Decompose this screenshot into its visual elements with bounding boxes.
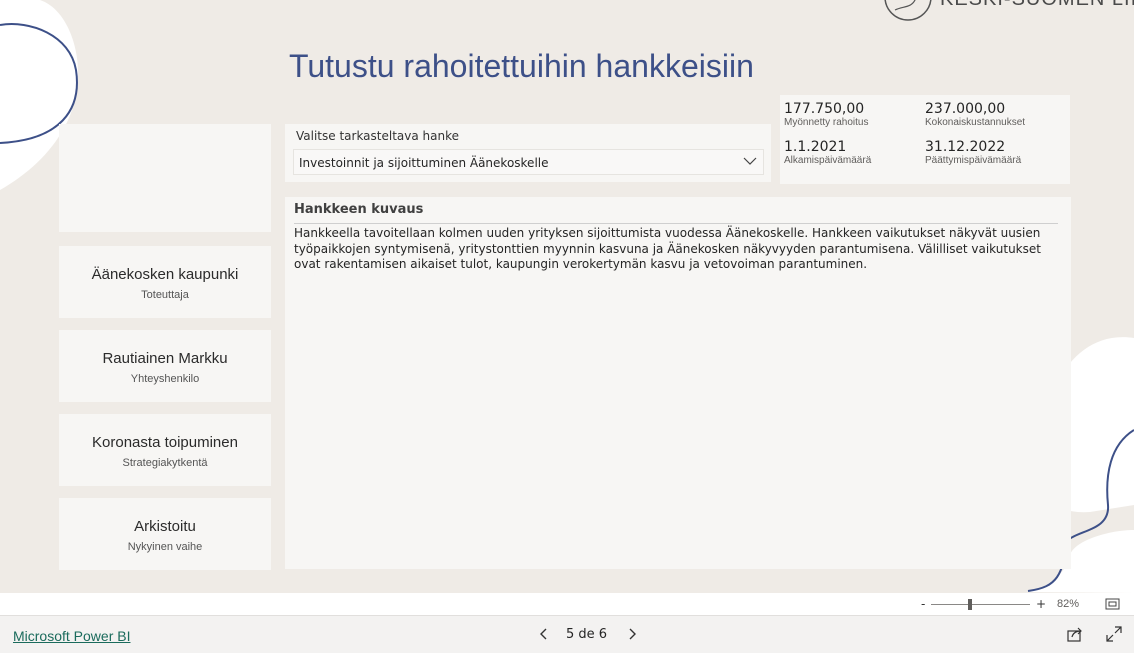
kpi-value: 177.750,00 xyxy=(784,101,865,117)
zoom-level: 82% xyxy=(1057,598,1080,610)
info-card-label: Strategiakytkentä xyxy=(122,457,208,469)
info-card-value: Arkistoitu xyxy=(134,518,196,535)
kpi-value: 31.12.2022 xyxy=(925,139,1006,155)
fit-to-page-icon[interactable] xyxy=(1105,598,1121,611)
footer-bar: Microsoft Power BI 5 de 6 xyxy=(0,615,1134,653)
info-card-contact: Rautiainen Markku Yhteyshenkilo xyxy=(59,330,271,402)
kpi-label: Alkamispäivämäärä xyxy=(784,155,872,166)
info-card-value: Rautiainen Markku xyxy=(102,350,228,367)
info-card-strategy: Koronasta toipuminen Strategiakytkentä xyxy=(59,414,271,486)
info-card-label: Nykyinen vaihe xyxy=(127,541,203,553)
description-text: Hankkeella tavoitellaan kolmen uuden yri… xyxy=(294,226,1041,271)
zoom-control: - + 82% xyxy=(918,597,1123,613)
info-card-value: Koronasta toipuminen xyxy=(92,434,238,451)
description-title: Hankkeen kuvaus xyxy=(294,202,424,217)
chevron-left-icon[interactable] xyxy=(536,624,552,644)
report-canvas: KESKI-SUOMEN LIITTO Tutustu rahoitettuih… xyxy=(0,0,1134,593)
zoom-in-button[interactable]: + xyxy=(1036,597,1046,611)
zoom-out-button[interactable]: - xyxy=(921,597,925,611)
chevron-right-icon[interactable] xyxy=(624,624,640,644)
info-card-label: Yhteyshenkilo xyxy=(130,373,200,385)
kpi-label: Myönnetty rahoitus xyxy=(784,117,869,128)
kpi-start-date: 1.1.2021 Alkamispäivämäärä xyxy=(784,139,871,166)
expand-icon[interactable] xyxy=(1106,626,1122,642)
divider xyxy=(294,223,1058,224)
zoom-slider-track[interactable] xyxy=(931,604,1030,605)
kpi-label: Päättymispäivämäärä xyxy=(925,155,1022,166)
info-card-value: Äänekosken kaupunki xyxy=(91,266,239,283)
dropdown-selected-value: Investoinnit ja sijoittuminen Äänekoskel… xyxy=(299,156,549,170)
zoom-slider-thumb[interactable] xyxy=(968,599,972,610)
chevron-down-icon xyxy=(743,157,757,165)
share-icon[interactable] xyxy=(1067,626,1083,642)
info-card-label: Toteuttaja xyxy=(141,289,189,301)
page-indicator: 5 de 6 xyxy=(566,627,608,642)
page-title: Tutustu rahoitettuihin hankkeisiin xyxy=(289,48,754,84)
project-description-card: Hankkeen kuvaus Hankkeella tavoitellaan … xyxy=(285,197,1071,569)
kpi-label: Kokonaiskustannukset xyxy=(925,117,1026,128)
kpi-granted-funding: 177.750,00 Myönnetty rahoitus xyxy=(784,101,869,128)
kpi-total-costs: 237.000,00 Kokonaiskustannukset xyxy=(925,101,1025,128)
slicer-label: Valitse tarkasteltava hanke xyxy=(296,129,460,143)
logo-text: KESKI-SUOMEN LIITTO xyxy=(940,0,1134,11)
info-card-implementer: Äänekosken kaupunki Toteuttaja xyxy=(59,246,271,318)
page-navigation: 5 de 6 xyxy=(536,624,642,644)
info-card-empty xyxy=(59,124,271,232)
kpi-end-date: 31.12.2022 Päättymispäivämäärä xyxy=(925,139,1021,166)
project-dropdown[interactable]: Investoinnit ja sijoittuminen Äänekoskel… xyxy=(293,149,764,175)
logo-mark-icon xyxy=(884,0,932,21)
kpi-value: 1.1.2021 xyxy=(784,139,847,155)
project-slicer: Valitse tarkasteltava hanke Investoinnit… xyxy=(285,124,771,182)
power-bi-link[interactable]: Microsoft Power BI xyxy=(13,628,130,644)
info-card-phase: Arkistoitu Nykyinen vaihe xyxy=(59,498,271,570)
kpi-panel: 177.750,00 Myönnetty rahoitus 237.000,00… xyxy=(780,95,1070,184)
kpi-value: 237.000,00 xyxy=(925,101,1006,117)
